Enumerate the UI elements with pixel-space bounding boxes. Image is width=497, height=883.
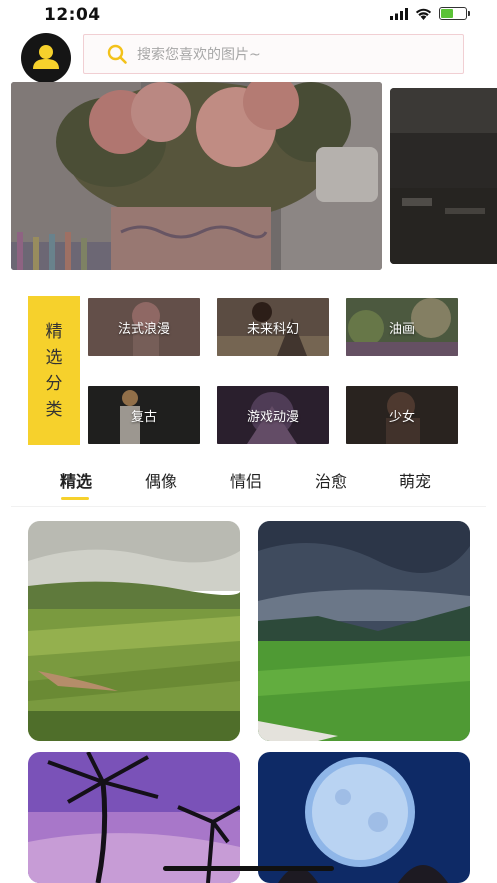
category-label: 少女 xyxy=(388,410,415,425)
photo-vineyard[interactable] xyxy=(28,521,240,741)
battery-level xyxy=(441,9,454,18)
photo-moon-night[interactable] xyxy=(258,752,470,883)
status-time: 12:04 xyxy=(44,5,101,25)
category-label: 法式浪漫 xyxy=(117,322,170,337)
category-game-anime[interactable]: 游戏动漫 xyxy=(217,386,329,444)
tab-idol[interactable]: 偶像 xyxy=(131,468,191,492)
avatar[interactable] xyxy=(21,33,71,83)
category-label: 未来科幻 xyxy=(246,322,299,337)
category-label-char: 类 xyxy=(45,399,63,420)
battery-icon xyxy=(439,7,470,20)
home-indicator[interactable] xyxy=(163,866,334,871)
featured-categories-label: 精 选 分 类 xyxy=(28,296,80,445)
search-placeholder: 搜索您喜欢的图片~ xyxy=(137,47,261,63)
category-label-char: 精 xyxy=(45,321,63,342)
status-icons xyxy=(390,7,470,20)
status-bar: 12:04 xyxy=(0,0,497,30)
category-sci-fi[interactable]: 未来科幻 xyxy=(217,298,329,356)
tab-featured[interactable]: 精选 xyxy=(46,468,106,492)
divider xyxy=(11,506,486,507)
search-input[interactable]: 搜索您喜欢的图片~ xyxy=(83,34,464,74)
tab-healing[interactable]: 治愈 xyxy=(301,468,361,492)
banner-side-image[interactable] xyxy=(390,88,497,264)
category-label-char: 选 xyxy=(45,347,63,368)
category-label: 复古 xyxy=(130,410,157,425)
tab-couple[interactable]: 情侣 xyxy=(216,468,276,492)
banner-flowers-image[interactable] xyxy=(11,82,382,270)
photo-green-meadow[interactable] xyxy=(258,521,470,741)
wifi-icon xyxy=(415,8,432,20)
tab-bar: 精选 偶像 情侣 治愈 萌宠 xyxy=(0,468,497,508)
category-retro[interactable]: 复古 xyxy=(88,386,200,444)
cellular-signal-icon xyxy=(390,7,408,20)
user-icon xyxy=(33,45,59,69)
category-label-char: 分 xyxy=(45,373,63,394)
tab-cute-pets[interactable]: 萌宠 xyxy=(385,468,445,492)
category-label: 油画 xyxy=(388,322,415,337)
category-girl[interactable]: 少女 xyxy=(346,386,458,444)
active-tab-indicator xyxy=(61,497,89,500)
category-french-romance[interactable]: 法式浪漫 xyxy=(88,298,200,356)
photo-palm-sunset[interactable] xyxy=(28,752,240,883)
category-oil-painting[interactable]: 油画 xyxy=(346,298,458,356)
search-icon xyxy=(107,44,127,64)
category-label: 游戏动漫 xyxy=(246,410,299,425)
